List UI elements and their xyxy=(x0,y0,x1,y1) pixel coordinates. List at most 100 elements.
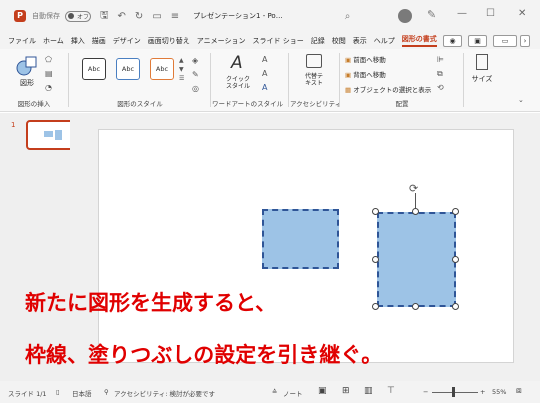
size-icon[interactable] xyxy=(476,54,488,70)
tab-home[interactable]: ホーム xyxy=(43,36,64,46)
rotate-handle-icon[interactable]: ⟳ xyxy=(409,182,418,195)
normal-view-icon[interactable]: ▣ xyxy=(318,386,327,396)
text-fill-icon[interactable]: A xyxy=(262,55,267,64)
language-indicator[interactable]: 日本語 xyxy=(72,388,92,398)
edit-shape-icon[interactable]: ⬠ xyxy=(45,55,52,64)
divider xyxy=(339,53,340,107)
undo-icon[interactable]: ↶ xyxy=(118,11,126,22)
send-backward-button[interactable]: ▣ 背面へ移動 xyxy=(345,69,386,79)
rectangle-shape-1[interactable] xyxy=(262,209,339,269)
close-button[interactable]: ✕ xyxy=(518,8,526,19)
resize-handle[interactable] xyxy=(452,208,459,215)
tab-shape-format[interactable]: 図形の書式 xyxy=(401,34,437,47)
resize-handle[interactable] xyxy=(372,208,379,215)
pen-icon[interactable]: ✎ xyxy=(427,8,436,21)
tab-animations[interactable]: アニメーション xyxy=(197,36,246,46)
size-label[interactable]: サイズ xyxy=(467,74,497,84)
rectangle-shape-2-selected[interactable] xyxy=(377,212,456,307)
bring-forward-button[interactable]: ▣ 前面へ移動 xyxy=(345,54,386,64)
resize-handle[interactable] xyxy=(412,208,419,215)
merge-shapes-icon[interactable]: ◔ xyxy=(45,83,52,92)
thumbnail-shape xyxy=(55,130,62,140)
divider xyxy=(288,53,289,107)
present-from-start-icon[interactable]: ▭ xyxy=(152,11,161,22)
divider xyxy=(463,53,464,107)
tab-help[interactable]: ヘルプ xyxy=(374,36,395,46)
shapes-icon[interactable] xyxy=(16,55,38,77)
document-title: プレゼンテーション1 - Po… xyxy=(193,12,283,20)
scroll-up-icon[interactable]: ▲ xyxy=(179,57,184,64)
shape-fill-icon[interactable]: ◈ xyxy=(192,56,198,65)
accessibility-icon: ⚲ xyxy=(104,388,109,396)
fit-slide-icon[interactable]: ⧈ xyxy=(516,386,522,396)
accessibility-status[interactable]: アクセシビリティ: 検討が必要です xyxy=(114,388,215,398)
resize-handle[interactable] xyxy=(412,303,419,310)
slide-sorter-icon[interactable]: ⊞ xyxy=(342,386,350,396)
resize-handle[interactable] xyxy=(452,256,459,263)
alt-text-label[interactable]: 代替テ キスト xyxy=(298,73,330,87)
collapse-ribbon-icon[interactable]: ⌄ xyxy=(518,96,524,104)
record-button[interactable]: ◉ xyxy=(443,35,462,47)
resize-handle[interactable] xyxy=(372,303,379,310)
autosave-toggle[interactable]: オフ xyxy=(65,10,91,22)
zoom-in-icon[interactable]: + xyxy=(480,388,485,396)
maximize-button[interactable]: ☐ xyxy=(486,8,495,19)
tab-transitions[interactable]: 画面切り替え xyxy=(148,36,190,46)
save-icon[interactable]: 🖫 xyxy=(100,8,109,25)
group-icon[interactable]: ⧉ xyxy=(437,69,443,79)
resize-handle[interactable] xyxy=(452,303,459,310)
tab-insert[interactable]: 挿入 xyxy=(71,36,85,46)
zoom-level[interactable]: 55% xyxy=(492,388,506,396)
tab-draw[interactable]: 描画 xyxy=(92,36,106,46)
zoom-slider-track[interactable] xyxy=(432,392,478,393)
shapes-button-label[interactable]: 図形 xyxy=(14,78,40,88)
scroll-down-icon[interactable]: ▼ xyxy=(179,66,184,73)
reading-view-icon[interactable]: ▥ xyxy=(364,386,373,396)
slideshow-icon[interactable]: ⊤ xyxy=(387,386,395,396)
quick-style-icon[interactable]: A xyxy=(231,53,243,73)
arrange-group-label: 配置 xyxy=(395,100,409,108)
quick-style-label[interactable]: クイック スタイル xyxy=(220,76,256,90)
wordart-group: A クイック スタイル A A A ワードアートのスタイル xyxy=(212,49,288,112)
shape-style-dark[interactable]: Abc xyxy=(82,58,106,80)
present-button[interactable]: ▣ xyxy=(468,35,487,47)
more-button[interactable]: › xyxy=(520,35,530,47)
rotate-icon[interactable]: ⟲ xyxy=(437,83,444,92)
customize-icon[interactable]: ≡ xyxy=(171,11,179,22)
tab-record[interactable]: 記録 xyxy=(311,36,325,46)
spellcheck-icon[interactable]: ▯ xyxy=(56,388,60,396)
tab-slideshow[interactable]: スライド ショー xyxy=(253,36,304,46)
zoom-slider-thumb[interactable] xyxy=(452,387,455,397)
autosave-state: オフ xyxy=(77,13,90,21)
search-icon[interactable]: ⌕ xyxy=(345,11,351,22)
text-outline-icon[interactable]: A xyxy=(262,69,267,78)
zoom-out-icon[interactable]: − xyxy=(423,388,428,396)
tab-file[interactable]: ファイル xyxy=(8,36,36,46)
size-group: サイズ xyxy=(465,49,501,112)
shape-style-blue[interactable]: Abc xyxy=(116,58,140,80)
slide-indicator: スライド 1/1 xyxy=(8,390,47,398)
shape-styles-group: Abc Abc Abc ▲ ▼ ☰ ◈ ✎ ◎ 図形のスタイル xyxy=(70,49,210,112)
selection-pane-button[interactable]: ▦ オブジェクトの選択と表示 xyxy=(345,84,431,94)
comment-button[interactable]: ▭ xyxy=(493,35,517,47)
gallery-more-icon[interactable]: ☰ xyxy=(179,75,184,82)
tab-design[interactable]: デザイン xyxy=(113,36,141,46)
alt-text-icon[interactable] xyxy=(306,54,322,68)
tab-review[interactable]: 校閲 xyxy=(332,36,346,46)
avatar[interactable] xyxy=(398,9,412,23)
notes-button[interactable]: ノート xyxy=(283,388,303,398)
caption-line-2: 枠線、塗りつぶしの設定を引き継ぐ。 xyxy=(25,343,383,367)
slide-thumbnail[interactable] xyxy=(26,120,75,150)
thumbnail-shape xyxy=(44,131,53,137)
textbox-icon[interactable]: ▤ xyxy=(45,69,53,78)
minimize-button[interactable]: — xyxy=(457,8,467,19)
shape-outline-icon[interactable]: ✎ xyxy=(192,70,199,79)
align-icon[interactable]: ⊫ xyxy=(437,55,444,64)
shape-style-orange[interactable]: Abc xyxy=(150,58,174,80)
ribbon: 図形 ⬠ ▤ ◔ 図形の挿入 Abc Abc Abc ▲ ▼ ☰ ◈ ✎ ◎ 図… xyxy=(0,49,540,112)
tab-view[interactable]: 表示 xyxy=(353,36,367,46)
redo-icon[interactable]: ↻ xyxy=(135,11,143,22)
shape-effects-icon[interactable]: ◎ xyxy=(192,84,199,93)
resize-handle[interactable] xyxy=(372,256,379,263)
text-effects-icon[interactable]: A xyxy=(262,83,267,92)
